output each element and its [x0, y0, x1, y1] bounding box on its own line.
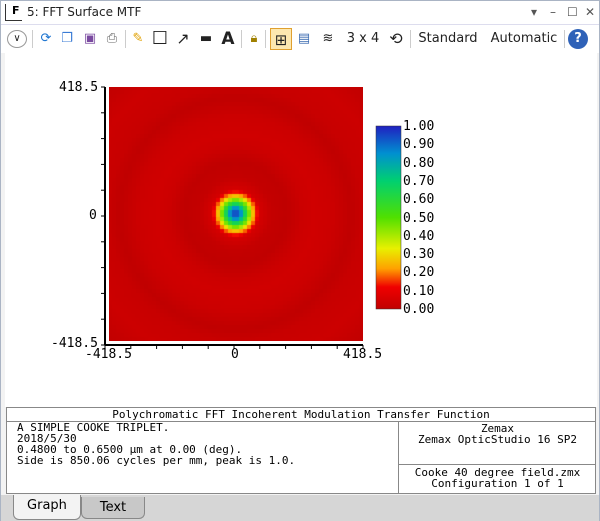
- configuration: Configuration 1 of 1: [431, 477, 564, 490]
- window-title: 5: FFT Surface MTF: [27, 5, 142, 19]
- tab-graph[interactable]: Graph: [13, 495, 81, 520]
- colorbar-tick-label: 0.40: [403, 228, 435, 244]
- info-right: Zemax Zemax OpticStudio 16 SP2 Cooke 40 …: [398, 422, 596, 494]
- info-lines: A SIMPLE COOKE TRIPLET. 2018/5/30 0.4800…: [17, 422, 295, 466]
- refresh-icon[interactable]: ⟳: [37, 28, 55, 50]
- colorbar-tick-label: 0.70: [403, 173, 435, 189]
- colorbar-tick-label: 0.80: [403, 155, 435, 171]
- lock-icon[interactable]: 🔒︎: [246, 28, 262, 50]
- colorbar-tick-label: 0.00: [403, 302, 435, 317]
- print-icon[interactable]: ⎙: [103, 28, 121, 50]
- maximize-button[interactable]: ☐: [567, 5, 578, 19]
- x-tick-label: -418.5: [85, 347, 132, 362]
- layers-icon[interactable]: ≋: [319, 28, 337, 50]
- copy-icon[interactable]: ❐: [58, 28, 76, 50]
- app-icon: F: [5, 4, 22, 21]
- y-tick-label: 0: [89, 208, 97, 223]
- colorbar-tick-label: 0.20: [403, 265, 435, 281]
- help-icon[interactable]: ?: [568, 29, 588, 49]
- arrow-icon[interactable]: ↗: [173, 28, 193, 50]
- layout-dropdown[interactable]: 3 x 4 ▾: [343, 28, 383, 68]
- window-icon[interactable]: ▤: [295, 28, 313, 50]
- rectangle-icon[interactable]: ☐: [151, 28, 169, 50]
- fit-window-icon[interactable]: ⊞: [270, 28, 292, 50]
- colorbar-tick-label: 0.90: [403, 137, 435, 153]
- line-icon[interactable]: ▬: [196, 28, 216, 50]
- text-icon[interactable]: A: [219, 28, 237, 50]
- colorbar: [375, 125, 402, 310]
- save-icon[interactable]: ▣: [81, 28, 99, 50]
- automatic-value: Automatic: [490, 31, 558, 46]
- x-tick-label: 418.5: [343, 347, 383, 362]
- colorbar-tick-label: 1.00: [403, 119, 435, 134]
- info-line: Side is 850.06 cycles per mm, peak is 1.…: [17, 454, 296, 467]
- info-panel: Polychromatic FFT Incoherent Modulation …: [6, 407, 596, 494]
- layout-value: 3 x 4: [346, 31, 380, 46]
- plot-area: 418.5 0 -418.5 -418.5 0 418.5 1.00 0.90 0.…: [5, 53, 597, 407]
- colorbar-tick-label: 0.50: [403, 210, 435, 226]
- product: Zemax OpticStudio 16 SP2: [418, 433, 577, 446]
- minimize-button[interactable]: –: [550, 5, 556, 19]
- mtf-heatmap: [109, 87, 363, 341]
- colorbar-tick-label: 0.30: [403, 247, 435, 263]
- pencil-icon[interactable]: ✎: [130, 28, 146, 50]
- rotate-icon[interactable]: ⟲: [387, 28, 405, 50]
- standard-dropdown[interactable]: Standard ▾: [415, 28, 481, 68]
- colorbar-tick-label: 0.60: [403, 192, 435, 208]
- y-tick-label: 418.5: [59, 80, 99, 95]
- tab-bar: Graph Text: [1, 495, 599, 521]
- x-tick-label: 0: [231, 347, 239, 362]
- toolbar: ∨ ⟳ ❐ ▣ ⎙ ✎ ☐ ↗ ▬ A 🔒︎ ⊞ ▤ ≋ 3 x 4 ▾ ⟲ S…: [1, 25, 599, 68]
- automatic-dropdown[interactable]: Automatic ▾: [486, 28, 562, 68]
- title-bar: F 5: FFT Surface MTF ▾ – ☐ ✕: [1, 1, 599, 25]
- close-button[interactable]: ✕: [585, 5, 595, 19]
- standard-value: Standard: [418, 31, 478, 46]
- dropdown-icon[interactable]: ▾: [531, 5, 537, 19]
- tab-text[interactable]: Text: [81, 497, 145, 519]
- analysis-window: F 5: FFT Surface MTF ▾ – ☐ ✕ ∨ ⟳ ❐ ▣ ⎙ ✎…: [0, 0, 600, 521]
- settings-chevron-button[interactable]: ∨: [7, 30, 27, 48]
- colorbar-tick-label: 0.10: [403, 283, 435, 299]
